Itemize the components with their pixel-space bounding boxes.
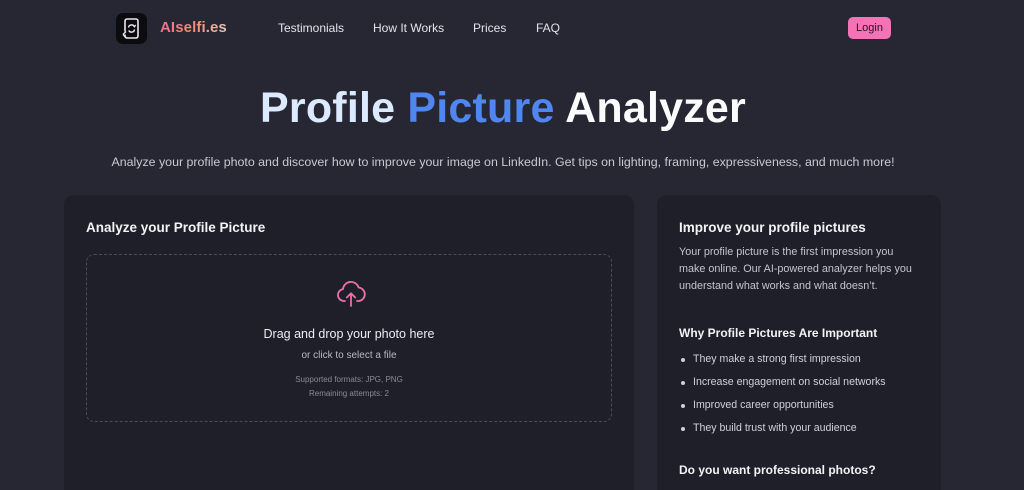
list-item: They make a strong first impression [679,353,886,376]
cloud-upload-icon [337,281,366,307]
brand-name[interactable]: AIselfi.es [160,19,227,36]
page-title: Profile Picture Analyzer [0,84,1006,133]
why-important-heading: Why Profile Pictures Are Important [679,326,878,340]
analyze-card-title: Analyze your Profile Picture [86,220,266,235]
dropzone-select-file[interactable]: or click to select a file [87,350,611,361]
refresh-camera-icon [122,18,139,39]
logo-icon[interactable] [116,13,147,44]
title-part-profile: Profile [260,84,396,132]
nav-link-prices[interactable]: Prices [473,21,506,35]
dropzone-instruction: Drag and drop your photo here [263,327,435,341]
page-subtitle: Analyze your profile photo and discover … [111,155,895,169]
professional-photos-heading: Do you want professional photos? [679,463,876,477]
list-item: Improved career opportunities [679,399,886,422]
nav-link-how-it-works[interactable]: How It Works [373,21,444,35]
list-item: Increase engagement on social networks [679,376,886,399]
login-button[interactable]: Login [848,17,891,39]
top-nav: AIselfi.es Testimonials How It Works Pri… [0,0,1024,58]
info-paragraph: Your profile picture is the first impres… [679,246,912,292]
analyze-card: Analyze your Profile Picture Drag and dr… [64,195,634,490]
photo-dropzone[interactable]: Drag and drop your photo here or click t… [86,254,612,422]
supported-formats: Supported formats: JPG, PNG [295,375,403,384]
info-card-title: Improve your profile pictures [679,220,866,235]
remaining-attempts: Remaining attempts: 2 [308,389,390,398]
nav-link-testimonials[interactable]: Testimonials [278,21,344,35]
info-card: Improve your profile pictures Your profi… [657,195,941,490]
nav-link-faq[interactable]: FAQ [536,21,560,35]
reasons-list: They make a strong first impression Incr… [679,353,886,445]
title-part-picture: Picture [407,84,555,132]
title-part-analyzer: Analyzer [565,84,746,132]
list-item: They build trust with your audience [679,422,886,445]
